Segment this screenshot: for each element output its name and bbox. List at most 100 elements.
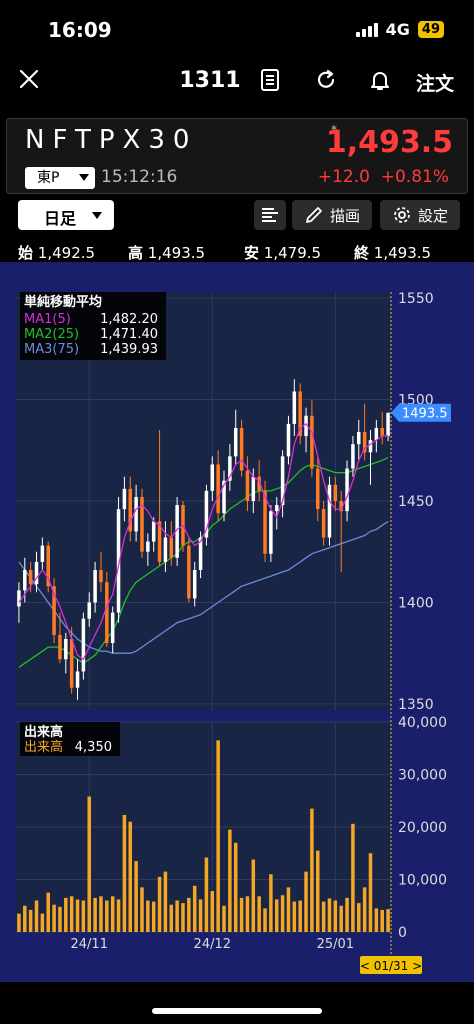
volume-bar [64,897,68,932]
volume-bar [187,897,191,932]
price-tick-label: 1450 [398,494,434,510]
date-tick-label: 24/11 [71,937,108,952]
change-value: +12.0 [317,167,370,187]
volume-bar [251,859,256,932]
volume-tick-label: 30,000 [398,768,447,784]
volume-bar [286,887,291,932]
bell-icon[interactable] [368,68,392,92]
volume-bar [105,900,109,932]
volume-bar [339,905,343,932]
status-indicators: 4G 49 [355,20,444,39]
candle-body [368,440,373,453]
volume-tick-label: 10,000 [398,873,447,889]
document-icon[interactable] [258,68,282,92]
candle-body [380,427,384,437]
volume-bar [198,899,203,932]
status-bar: 16:09 4G 49 [0,0,474,60]
candle-body [286,423,291,457]
chart-area[interactable]: 1350 1400 1450 1500 1550 24/11 24/12 25/01 40,00… [0,262,474,982]
volume-bar [87,796,91,932]
candle-body [386,412,390,437]
volume-bar [34,900,39,932]
volume-bar [169,904,174,932]
volume-bar [40,913,45,932]
volume-legend-name: 出来高 [24,739,63,755]
volume-bar [69,896,74,932]
settings-label: 設定 [417,206,448,225]
candle-body [269,511,273,554]
candle-body [64,638,68,660]
candle-body [134,496,138,532]
period-select[interactable]: 日足 [18,200,114,230]
volume-bar [128,821,133,932]
home-indicator[interactable] [152,1008,322,1014]
candle-body [251,476,256,501]
ma-legend-name: MA3(75) [24,342,79,357]
ma-legend-value: 1,439.93 [100,342,158,357]
volume-bar [233,842,238,932]
candle-body [146,541,150,552]
cursor-date-label: < 01/31 > [360,959,422,973]
volume-bar [222,905,226,932]
candle-body [216,464,220,514]
nav-bar: 1311 注文 [0,58,474,110]
close-icon[interactable] [16,66,42,92]
candle-body [316,468,320,510]
quote-panel: NFTPX30 * 1,493.5 東P 15:12:16 +12.0 +0.8… [6,118,468,194]
volume-bar [304,871,308,932]
ohlc-low: 安 1,479.5 [244,242,321,263]
candle-body [69,638,74,688]
candle-body [81,618,86,672]
volume-bar [175,900,179,932]
candle-body [40,545,45,562]
candle-body [321,509,326,538]
candle-body [17,590,21,607]
exchange-label: 東P [37,170,60,186]
ohlc-low-label: 安 [244,244,260,262]
ma-legend-value: 1,471.40 [100,327,158,342]
candle-body [239,427,244,471]
indicator-button[interactable] [254,200,286,230]
volume-bar [351,823,355,932]
draw-button[interactable]: 描画 [292,200,372,230]
price-tick-label: 1550 [398,291,434,307]
candle-body [87,602,91,619]
candle-body [210,464,215,491]
exchange-select[interactable]: 東P [25,167,95,189]
candle-body [345,468,349,512]
volume-bar [245,896,250,932]
candle-body [233,427,238,457]
volume-tick-label: 0 [398,925,407,941]
volume-bar [333,900,338,932]
candle-body [99,569,103,583]
volume-bar [310,808,314,932]
chevron-down-icon [79,174,89,181]
order-button[interactable]: 注文 [416,69,454,96]
ohlc-close: 終 1,493.5 [354,242,431,263]
gear-icon [394,207,410,223]
volume-bar [122,814,127,932]
volume-bar [28,909,33,932]
volume-legend-title: 出来高 [24,724,63,740]
candle-body [274,505,279,512]
volume-tick-label: 20,000 [398,820,447,836]
candle-body [292,391,297,424]
refresh-icon[interactable] [314,68,338,92]
volume-bar [181,903,185,932]
volume-bar [75,899,80,932]
candle-body [245,470,250,501]
volume-bar [116,899,121,932]
volume-bar [239,897,244,932]
settings-button[interactable]: 設定 [380,200,460,230]
volume-bar [46,892,50,932]
volume-bar [163,871,168,932]
price-chart[interactable]: 1350140014501500155024/11 24/12 25/0140,00… [0,262,474,982]
volume-bar [134,861,138,932]
ohlc-open-value: 1,492.5 [37,244,96,262]
ohlc-high-value: 1,493.5 [147,244,206,262]
volume-bar [110,896,115,932]
date-tick-label: 25/01 [317,937,354,952]
volume-bar [298,900,302,932]
signal-icon [355,22,378,37]
ohlc-close-label: 終 [354,244,370,262]
